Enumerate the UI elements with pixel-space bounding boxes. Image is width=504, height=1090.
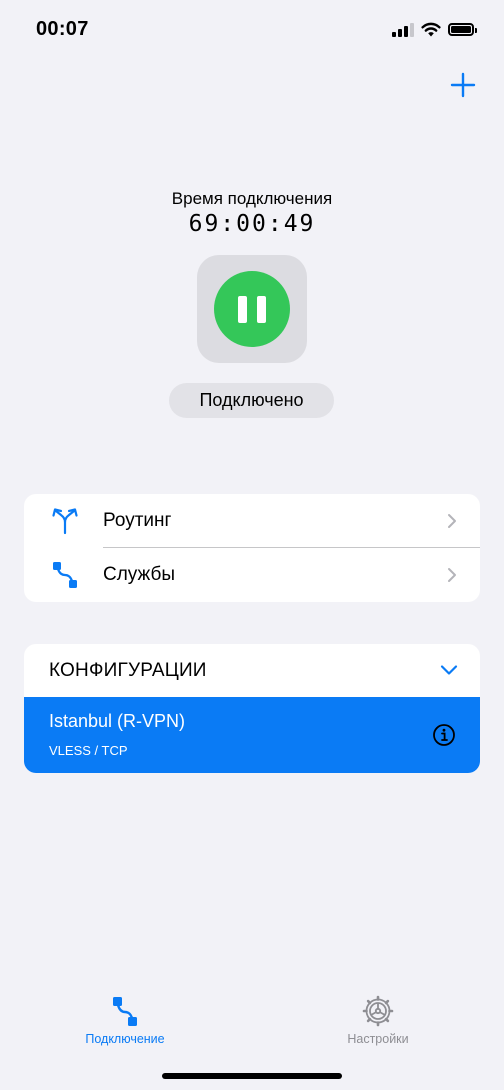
wifi-icon	[421, 22, 441, 37]
configuration-item[interactable]: Istanbul (R-VPN) VLESS / TCP	[24, 697, 480, 773]
battery-icon	[448, 23, 477, 36]
tab-connection[interactable]: Подключение	[65, 990, 185, 1050]
menu-item-routing-label: Роутинг	[103, 510, 172, 531]
menu-card: Роутинг Службы	[24, 494, 480, 602]
connection-toggle-button[interactable]	[197, 255, 307, 363]
tab-settings-label: Настройки	[347, 1032, 409, 1046]
status-icons	[392, 22, 477, 37]
menu-item-routing[interactable]: Роутинг	[24, 494, 480, 548]
settings-gear-icon	[362, 995, 394, 1027]
connection-status-badge: Подключено	[169, 383, 334, 418]
services-icon	[53, 562, 77, 588]
chevron-right-icon	[448, 514, 456, 528]
menu-item-services[interactable]: Службы	[24, 548, 480, 602]
configurations-title: КОНФИГУРАЦИИ	[49, 660, 207, 681]
configurations-card: КОНФИГУРАЦИИ Istanbul (R-VPN) VLESS / TC…	[24, 644, 480, 773]
home-indicator[interactable]	[162, 1073, 342, 1079]
menu-item-services-label: Службы	[103, 564, 175, 585]
connection-time-label: Время подключения	[171, 189, 333, 208]
chevron-down-icon[interactable]	[440, 664, 458, 676]
tab-connection-label: Подключение	[85, 1032, 165, 1046]
configurations-header[interactable]: КОНФИГУРАЦИИ	[24, 644, 480, 698]
status-bar: 00:07	[0, 0, 504, 60]
cellular-signal-icon	[392, 22, 414, 37]
screen: 00:07 Время подключения 69:00:49 Подключ…	[0, 0, 504, 1090]
tab-settings[interactable]: Настройки	[318, 990, 438, 1050]
chevron-right-icon	[448, 568, 456, 582]
connection-icon	[113, 997, 137, 1026]
status-time: 00:07	[36, 18, 89, 40]
connection-timer: 69:00:49	[188, 211, 316, 237]
routing-icon	[52, 508, 78, 535]
plus-icon[interactable]	[448, 70, 478, 100]
info-icon[interactable]	[432, 723, 456, 747]
configuration-protocol: VLESS / TCP	[49, 743, 128, 758]
configuration-name: Istanbul (R-VPN)	[49, 711, 186, 731]
connection-toggle-circle	[214, 271, 290, 347]
